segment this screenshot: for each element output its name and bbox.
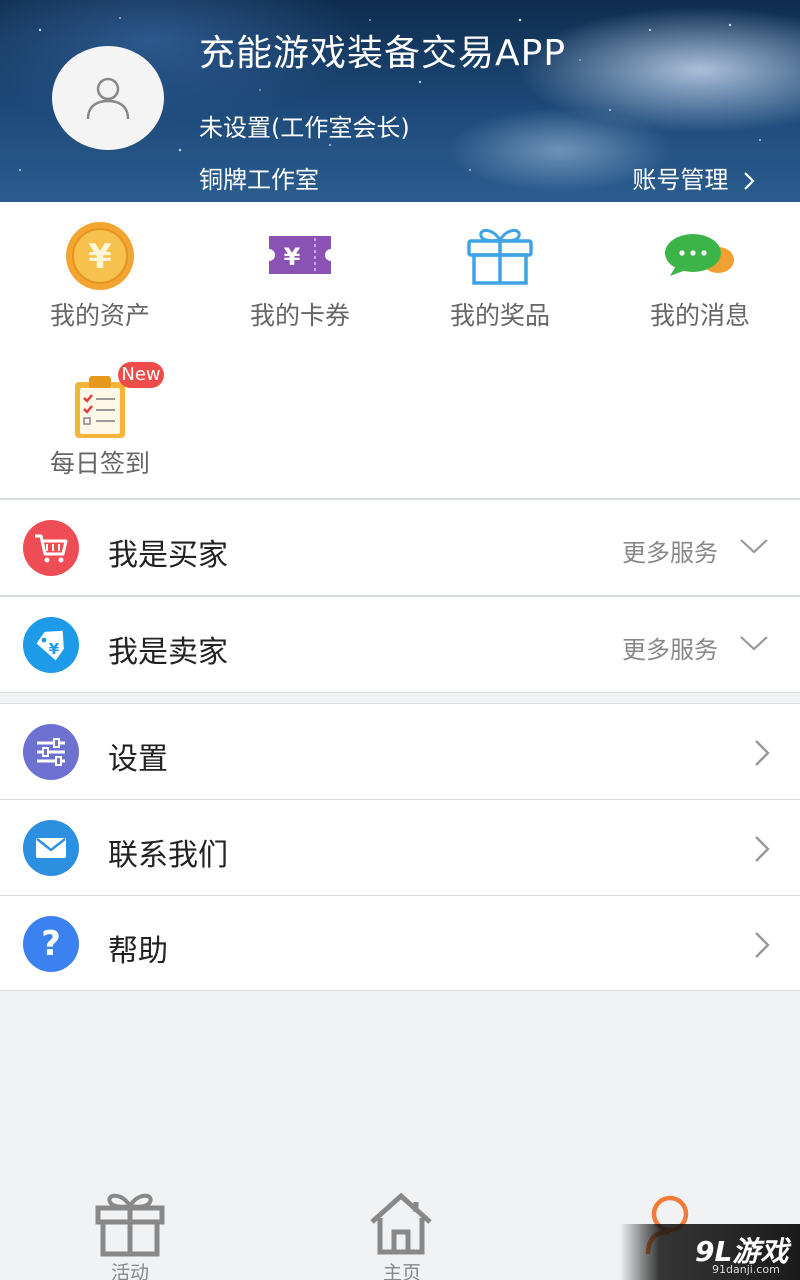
help-question-icon: ?	[23, 916, 79, 972]
new-badge: New	[118, 362, 164, 388]
contact-row[interactable]: 联系我们	[0, 800, 800, 895]
profile-header: 充能游戏装备交易APP 未设置(工作室会长) 铜牌工作室 账号管理	[0, 0, 800, 202]
more-services-label: 更多服务	[622, 636, 718, 664]
quick-item-label: 我的消息	[649, 301, 750, 330]
coupon-icon: ¥	[269, 236, 331, 274]
user-name: 未设置(工作室会长)	[199, 114, 410, 142]
avatar[interactable]	[52, 46, 164, 150]
chevron-down-icon[interactable]	[738, 633, 770, 653]
help-row[interactable]: ? 帮助	[0, 896, 800, 991]
quick-item-prizes[interactable]: 我的奖品	[400, 202, 600, 342]
quick-item-daily-checkin[interactable]: New 每日签到	[0, 352, 200, 492]
price-tag-glyph: ¥	[36, 630, 64, 661]
user-silhouette-icon	[86, 77, 130, 120]
chevron-right-icon	[755, 836, 770, 862]
chevron-right-icon	[755, 932, 770, 958]
app-title: 充能游戏装备交易APP	[199, 33, 567, 74]
gift-icon	[467, 229, 533, 285]
quick-item-label: 每日签到	[49, 449, 150, 478]
more-services-label: 更多服务	[622, 539, 718, 567]
svg-text:¥: ¥	[88, 237, 112, 277]
cart-glyph	[35, 534, 68, 563]
coin-yen-icon: ¥	[66, 222, 134, 290]
nav-tab-activity[interactable]: 活动	[30, 1176, 230, 1280]
seller-label: 我是卖家	[108, 635, 228, 670]
chevron-down-icon[interactable]	[738, 536, 770, 556]
chat-bubble-icon	[665, 234, 734, 276]
seller-row[interactable]: ¥ 我是卖家 更多服务	[0, 597, 800, 692]
price-tag-icon: ¥	[23, 617, 79, 673]
studio-level: 铜牌工作室	[199, 166, 319, 194]
quick-item-coupons[interactable]: ¥ 我的卡券	[200, 202, 400, 342]
sliders-icon	[23, 724, 79, 780]
quick-actions-grid: ¥ 我的资产 ¥ 我的卡券 我的奖品 我的消息 New 每日签到	[0, 202, 800, 498]
settings-label: 设置	[108, 742, 168, 777]
quick-item-label: 我的卡券	[249, 301, 350, 330]
sliders-glyph	[37, 738, 65, 766]
mail-icon	[23, 820, 79, 876]
home-icon	[370, 1192, 432, 1255]
nav-tab-home[interactable]: 主页	[302, 1176, 502, 1280]
buyer-label: 我是买家	[108, 538, 228, 573]
help-label: 帮助	[108, 934, 168, 969]
chevron-right-icon	[744, 172, 755, 190]
quick-item-label: 我的资产	[49, 301, 150, 330]
settings-row[interactable]: 设置	[0, 704, 800, 799]
nav-tab-label: 主页	[382, 1262, 421, 1280]
account-management-label: 账号管理	[632, 166, 729, 194]
divider	[0, 990, 800, 991]
buyer-row[interactable]: 我是买家 更多服务	[0, 500, 800, 595]
contact-label: 联系我们	[108, 838, 228, 873]
envelope-glyph	[36, 838, 66, 858]
gift-outline-icon	[95, 1193, 165, 1257]
cart-icon	[23, 520, 79, 576]
quick-item-label: 我的奖品	[449, 301, 550, 330]
quick-item-messages[interactable]: 我的消息	[600, 202, 800, 342]
svg-text:¥: ¥	[284, 243, 301, 271]
watermark-url: 91danji.com	[712, 1263, 780, 1276]
section-gap	[0, 692, 800, 704]
account-management-link[interactable]: 账号管理	[632, 160, 756, 195]
question-mark-glyph: ?	[41, 924, 61, 964]
quick-item-assets[interactable]: ¥ 我的资产	[0, 202, 200, 342]
chevron-right-icon	[755, 740, 770, 766]
svg-text:¥: ¥	[49, 640, 60, 658]
nav-tab-label: 活动	[110, 1262, 149, 1280]
